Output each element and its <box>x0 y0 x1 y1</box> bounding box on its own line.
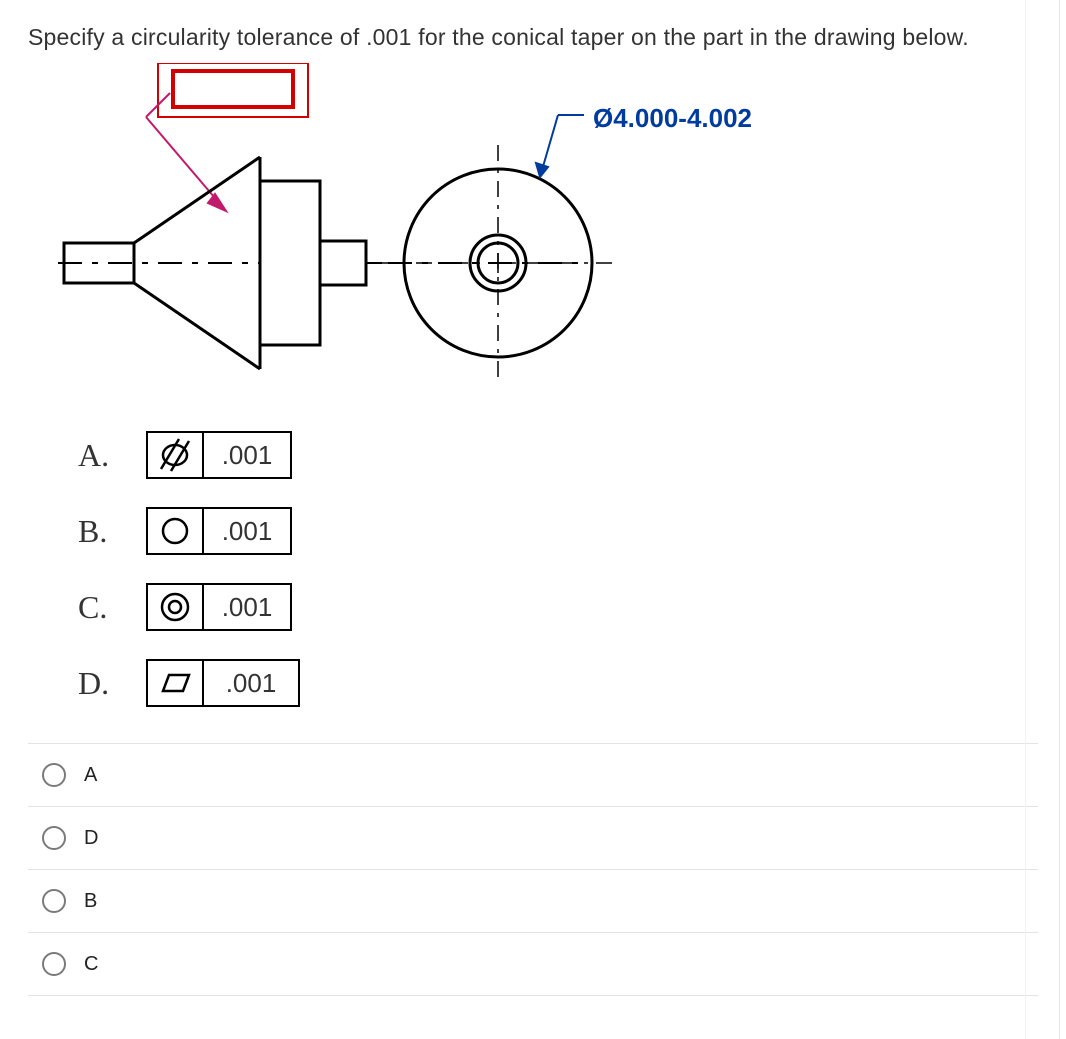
diameter-dimension: Ø4.000-4.002 <box>593 103 752 134</box>
question-text: Specify a circularity tolerance of .001 … <box>28 24 1038 51</box>
option-d-letter: D. <box>78 665 146 702</box>
option-a-letter: A. <box>78 437 146 474</box>
fcf-d: .001 <box>146 659 300 707</box>
cylindricity-icon <box>148 433 204 477</box>
radio-icon <box>42 826 66 850</box>
fcf-c: .001 <box>146 583 292 631</box>
answer-label: B <box>84 890 97 913</box>
radio-icon <box>42 952 66 976</box>
answer-choices: A D B C <box>28 743 1038 996</box>
fcf-a: .001 <box>146 431 292 479</box>
answer-label: C <box>84 953 98 976</box>
callout-box <box>158 63 308 117</box>
end-view <box>380 145 616 381</box>
flatness-icon <box>148 661 204 705</box>
dimension-leader <box>536 115 584 177</box>
option-a-value: .001 <box>204 433 290 477</box>
option-c-value: .001 <box>204 585 290 629</box>
concentricity-icon <box>148 585 204 629</box>
answer-choice-b[interactable]: B <box>28 870 1038 933</box>
drawing-svg <box>28 63 1028 403</box>
answer-label: D <box>84 827 98 850</box>
page-divider <box>1059 0 1060 1039</box>
option-d: D. .001 <box>78 659 1038 707</box>
option-b: B. .001 <box>78 507 1038 555</box>
option-c: C. .001 <box>78 583 1038 631</box>
answer-choice-c[interactable]: C <box>28 933 1038 996</box>
option-d-value: .001 <box>204 661 298 705</box>
option-a: A. .001 <box>78 431 1038 479</box>
answer-label: A <box>84 764 97 787</box>
radio-icon <box>42 889 66 913</box>
small-cylinder <box>320 241 366 285</box>
fcf-options: A. .001 B. <box>28 431 1038 707</box>
answer-choice-a[interactable]: A <box>28 743 1038 807</box>
option-b-value: .001 <box>204 509 290 553</box>
radio-icon <box>42 763 66 787</box>
large-cylinder <box>260 181 320 345</box>
circularity-icon <box>148 509 204 553</box>
question-page: Specify a circularity tolerance of .001 … <box>0 0 1066 1039</box>
option-c-letter: C. <box>78 589 146 626</box>
answer-choice-d[interactable]: D <box>28 807 1038 870</box>
technical-drawing: Ø4.000-4.002 <box>28 63 1028 403</box>
fcf-b: .001 <box>146 507 292 555</box>
option-b-letter: B. <box>78 513 146 550</box>
